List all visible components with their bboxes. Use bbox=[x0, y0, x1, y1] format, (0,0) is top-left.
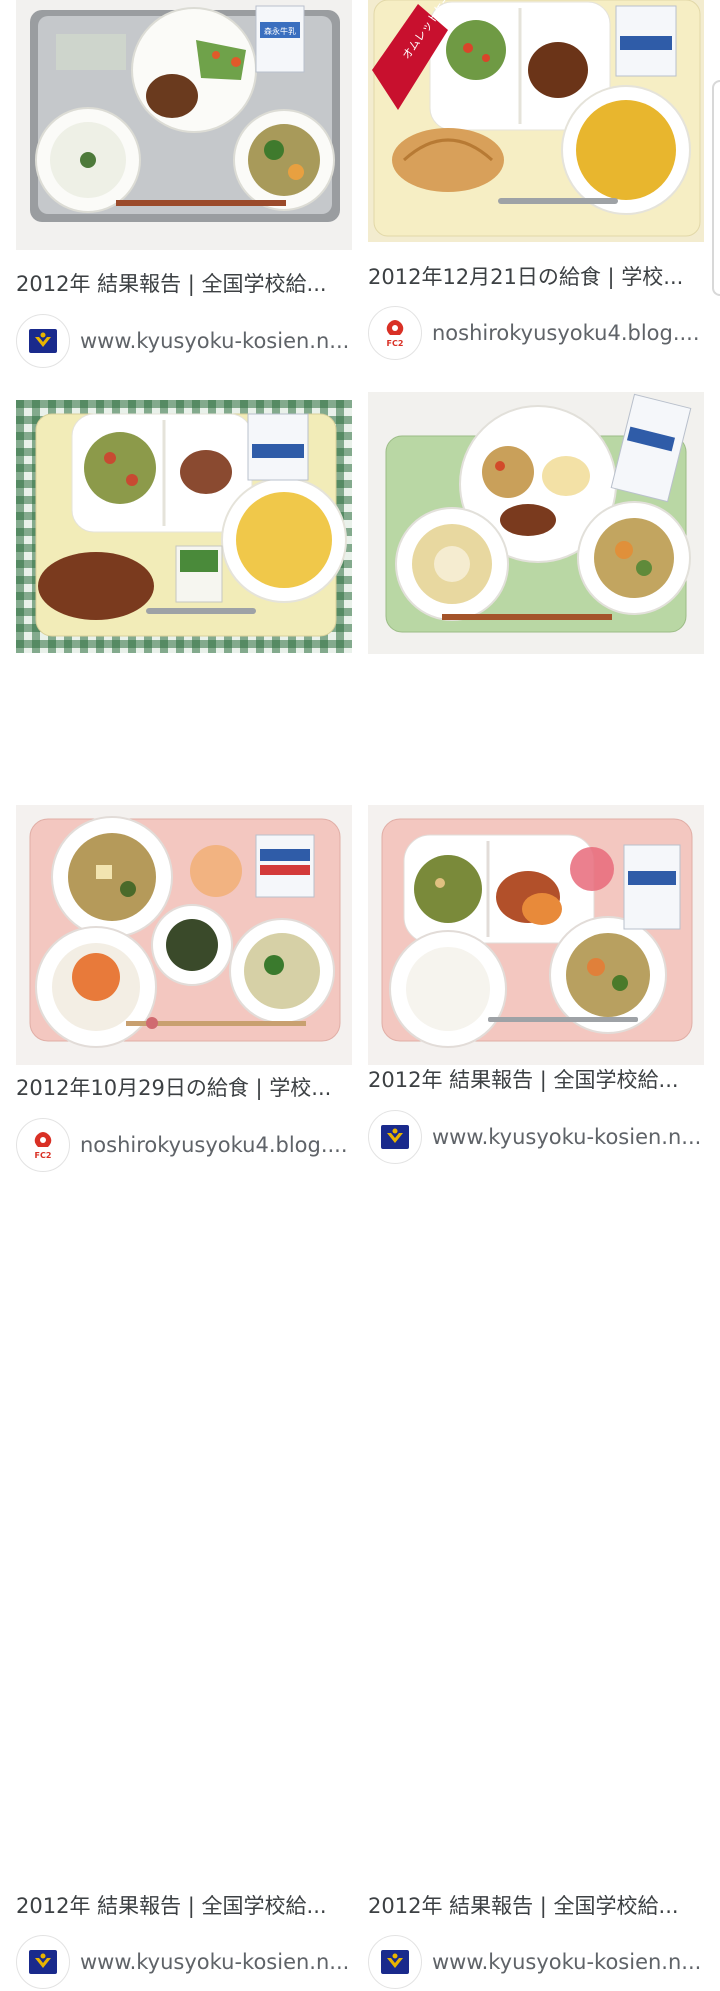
result-domain: noshirokyusyoku4.blog.... bbox=[80, 1133, 348, 1157]
result-thumbnail[interactable]: オムレットケーキ bbox=[368, 0, 704, 242]
result-domain: noshirokyusyoku4.blog.... bbox=[432, 321, 700, 345]
result-domain: www.kyusyoku-kosien.n... bbox=[432, 1125, 702, 1149]
svg-text:森永牛乳: 森永牛乳 bbox=[264, 26, 296, 36]
result-domain: www.kyusyoku-kosien.n... bbox=[432, 1950, 702, 1974]
result-domain: www.kyusyoku-kosien.n... bbox=[80, 329, 350, 353]
kosien-emblem-icon bbox=[368, 1110, 422, 1164]
result-card[interactable]: 2012年10月29日の給食 | 学校... FC2 noshirokyusyo… bbox=[16, 400, 352, 1172]
fc2-blog-icon: FC2 bbox=[16, 1118, 70, 1172]
result-card[interactable]: 2012年 結果報告 | 全国学校給... www.kyusyoku-kosie… bbox=[368, 392, 704, 1164]
result-thumbnail[interactable] bbox=[368, 392, 704, 654]
fc2-blog-icon: FC2 bbox=[368, 306, 422, 360]
scroll-edge-indicator bbox=[712, 80, 720, 296]
result-source[interactable]: www.kyusyoku-kosien.n... bbox=[368, 1935, 704, 1991]
result-title[interactable]: 2012年 結果報告 | 全国学校給... bbox=[16, 1892, 352, 1920]
lunch-tray-photo: オムレットケーキ bbox=[368, 0, 704, 242]
result-title[interactable]: 2012年 結果報告 | 全国学校給... bbox=[368, 1892, 704, 1920]
result-thumbnail[interactable] bbox=[16, 400, 352, 653]
lunch-tray-photo: 森永牛乳 bbox=[16, 0, 352, 250]
result-card[interactable]: 2012年 結果報告 | 全国学校給... www.kyusyoku-kosie… bbox=[368, 805, 704, 1989]
result-title[interactable]: 2012年12月21日の給食 | 学校... bbox=[368, 263, 704, 291]
result-source[interactable]: www.kyusyoku-kosien.n... bbox=[368, 1110, 704, 1166]
lunch-tray-photo bbox=[16, 805, 352, 1065]
lunch-tray-photo bbox=[368, 392, 704, 654]
result-card[interactable]: 森永牛乳 2012年 結果報告 | 全国学校給... www.kyusyoku-… bbox=[16, 0, 352, 368]
svg-text:FC2: FC2 bbox=[387, 339, 404, 348]
result-source[interactable]: FC2 noshirokyusyoku4.blog.... bbox=[16, 1118, 352, 1174]
result-thumbnail[interactable] bbox=[368, 805, 704, 1065]
result-title[interactable]: 2012年 結果報告 | 全国学校給... bbox=[16, 270, 352, 298]
lunch-tray-photo bbox=[16, 400, 352, 653]
result-card[interactable]: 2012年 結果報告 | 全国学校給... www.kyusyoku-kosie… bbox=[16, 805, 352, 1989]
result-source[interactable]: FC2 noshirokyusyoku4.blog.... bbox=[368, 306, 704, 362]
lunch-tray-photo bbox=[368, 805, 704, 1065]
kosien-emblem-icon bbox=[16, 314, 70, 368]
result-source[interactable]: www.kyusyoku-kosien.n... bbox=[16, 314, 352, 370]
result-thumbnail[interactable] bbox=[16, 805, 352, 1065]
result-thumbnail[interactable]: 森永牛乳 bbox=[16, 0, 352, 250]
result-title[interactable]: 2012年 結果報告 | 全国学校給... bbox=[368, 1066, 704, 1094]
svg-text:FC2: FC2 bbox=[35, 1151, 52, 1160]
result-domain: www.kyusyoku-kosien.n... bbox=[80, 1950, 350, 1974]
result-title[interactable]: 2012年10月29日の給食 | 学校... bbox=[16, 1074, 352, 1102]
kosien-emblem-icon bbox=[16, 1935, 70, 1989]
kosien-emblem-icon bbox=[368, 1935, 422, 1989]
result-card[interactable]: オムレットケーキ 2012年12月21日の給食 | 学校... FC2 nosh… bbox=[368, 0, 704, 360]
result-source[interactable]: www.kyusyoku-kosien.n... bbox=[16, 1935, 352, 1991]
